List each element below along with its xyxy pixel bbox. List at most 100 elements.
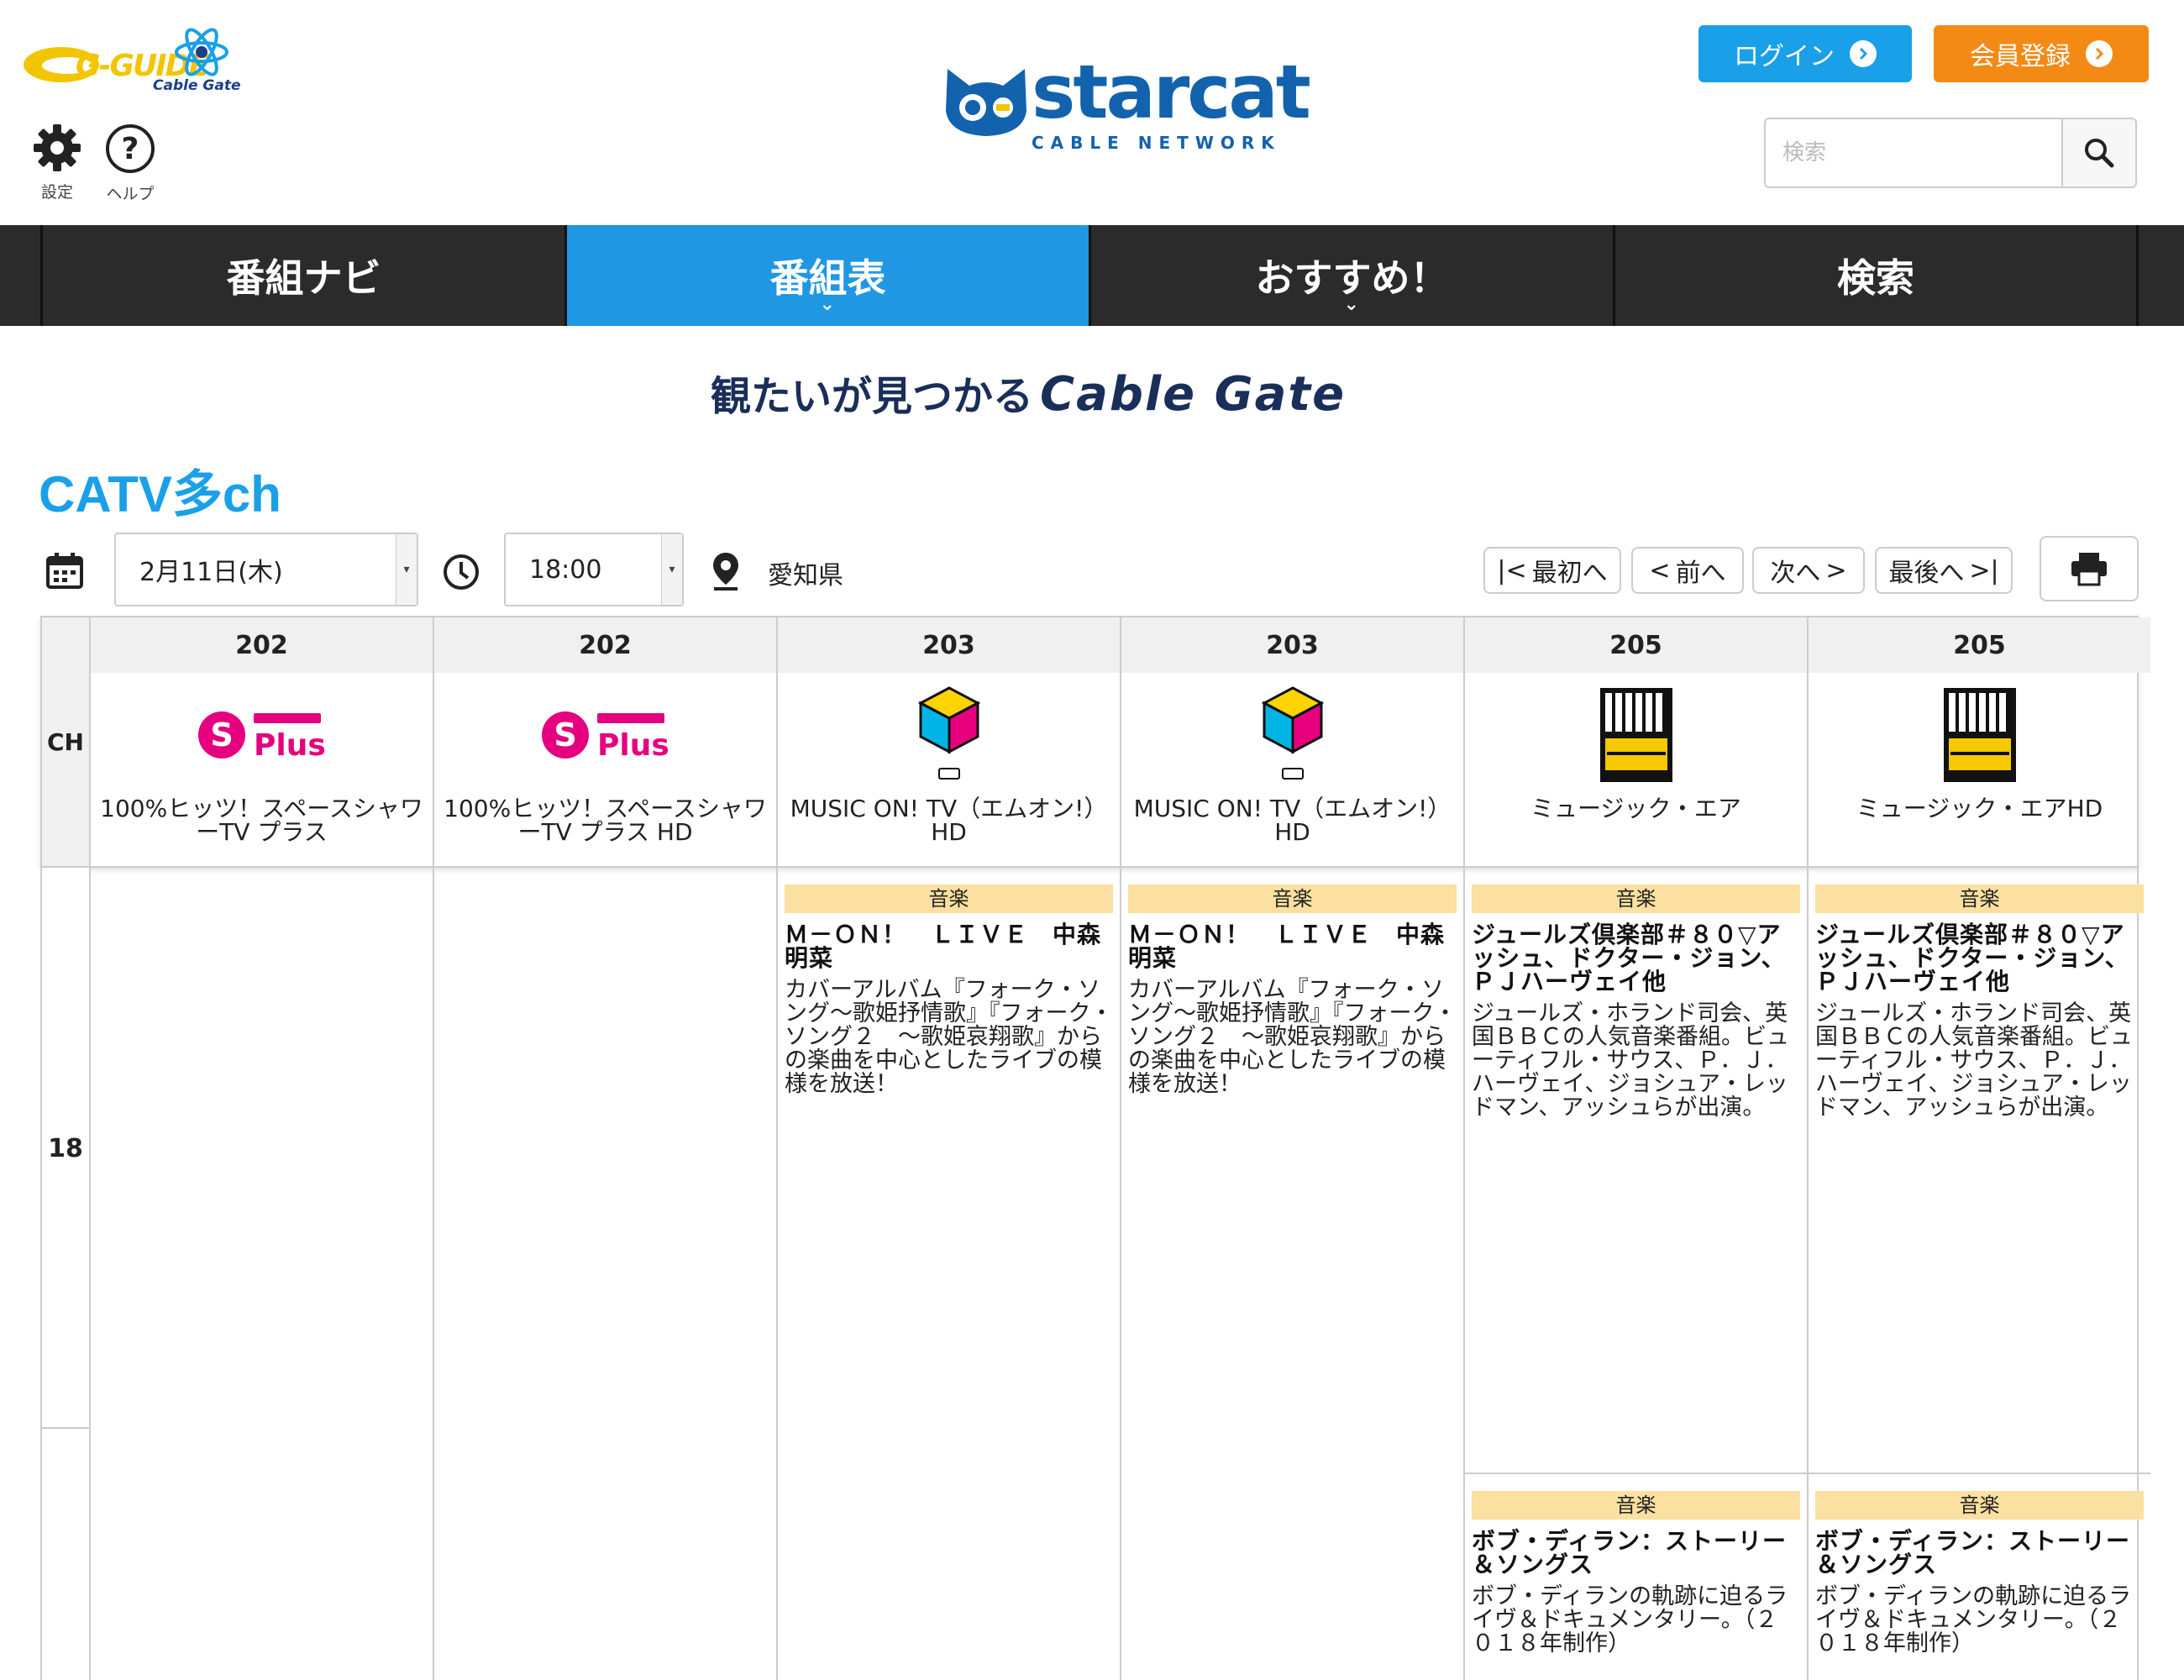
- help-label: ヘルプ: [106, 185, 155, 203]
- genre-badge: 音楽: [1472, 1491, 1800, 1520]
- help-button[interactable]: ? ヘルプ: [102, 123, 158, 204]
- last-icon: >|: [1969, 555, 1999, 585]
- channel-header-cell[interactable]: 203 MUSIC ON! TV（エムオン!）HD: [776, 617, 1120, 866]
- channel-header-cell[interactable]: 205 ミュージック・エアHD: [1807, 617, 2150, 866]
- program-title: ジュールズ倶楽部＃８０▽アッシュ、ドクター・ジョン、ＰＪハーヴェイ他: [1472, 921, 1786, 995]
- channel-name: MUSIC ON! TV（エムオン!）HD: [1133, 795, 1452, 846]
- nav-label: 検索: [1837, 255, 1914, 301]
- starcat-logo-text[interactable]: starcat: [1032, 55, 1311, 129]
- main-nav: 番組ナビ 番組表 ⌄ おすすめ！ ⌄ 検索: [0, 225, 2184, 326]
- search-input[interactable]: [1764, 118, 2061, 188]
- date-select[interactable]: 2月11日(木) ▾: [114, 533, 418, 606]
- nav-item-program-guide[interactable]: 番組表 ⌄: [564, 225, 1089, 326]
- genre-badge: 音楽: [1815, 885, 2144, 913]
- register-button[interactable]: 会員登録: [1934, 25, 2149, 82]
- svg-text:Plus: Plus: [597, 728, 669, 763]
- channel-name: ミュージック・エア: [1530, 795, 1741, 822]
- slot-divider: [1465, 1473, 1807, 1474]
- starcat-cat-logo[interactable]: [939, 60, 1033, 138]
- channel-name: 100%ヒッツ！スペースシャワーTV プラス: [100, 795, 423, 846]
- genre-badge: 音楽: [1815, 1491, 2144, 1520]
- svg-text:Plus: Plus: [254, 728, 326, 763]
- svg-text:?: ?: [122, 132, 139, 166]
- svg-text:S: S: [210, 717, 233, 753]
- printer-icon: [2071, 553, 2107, 586]
- clock-icon: [444, 554, 479, 590]
- tagline-text: 観たいが見つかる: [711, 373, 1034, 420]
- program-description: ボブ・ディランの軌跡に迫るライヴ＆ドキュメンタリー。（２０１８年制作）: [1472, 1583, 1788, 1656]
- program-cell[interactable]: 音楽 Ｍ－ＯＮ！ ＬＩＶＥ 中森明菜 カバーアルバム『フォーク・ソング～歌姫抒情…: [785, 885, 1113, 1096]
- nav-item-search[interactable]: 検索: [1613, 225, 2139, 326]
- channel-name: ミュージック・エアHD: [1856, 795, 2103, 822]
- channel-name: 100%ヒッツ！スペースシャワーTV プラス HD: [444, 795, 767, 846]
- program-title: ボブ・ディラン：ストーリー＆ソングス: [1472, 1527, 1788, 1578]
- channel-number: 202: [434, 617, 776, 673]
- channel-number: 205: [1809, 617, 2150, 673]
- channel-header-cell[interactable]: 202 S Plus 100%ヒッツ！スペースシャワーTV プラス: [89, 617, 433, 866]
- program-cell[interactable]: 音楽 ジュールズ倶楽部＃８０▽アッシュ、ドクター・ジョン、ＰＪハーヴェイ他 ジュ…: [1472, 885, 1800, 1120]
- caret-down-icon: ▾: [396, 534, 417, 605]
- first-icon: |<: [1497, 555, 1527, 585]
- hour-divider: [42, 1427, 89, 1429]
- search-icon: [2085, 139, 2114, 168]
- settings-label: 設定: [40, 183, 73, 202]
- nav-item-program-navi[interactable]: 番組ナビ: [40, 225, 564, 326]
- tagline-brand: Cable Gate: [1040, 367, 1347, 422]
- channel-column: 音楽 ジュールズ倶楽部＃８０▽アッシュ、ドクター・ジョン、ＰＪハーヴェイ他 ジュ…: [1463, 868, 1807, 1680]
- settings-button[interactable]: 設定: [32, 123, 82, 202]
- program-grid: 18 音楽 Ｍ－ＯＮ！ ＬＩＶＥ 中森明菜 カバーアルバム『フォーク・ソング～歌…: [40, 868, 2150, 1680]
- program-title: ジュールズ倶楽部＃８０▽アッシュ、ドクター・ジョン、ＰＪハーヴェイ他: [1815, 921, 2129, 995]
- channel-header-cell[interactable]: 202 S Plus 100%ヒッツ！スペースシャワーTV プラス HD: [433, 617, 776, 866]
- prev-label: 前へ: [1675, 559, 1726, 588]
- channel-header-cell[interactable]: 205 ミュージック・エア: [1463, 617, 1807, 866]
- channel-column[interactable]: [89, 868, 433, 1680]
- program-description: ジュールズ・ホランド司会、英国ＢＢＣの人気音楽番組。ビューティフル・サウス、Ｐ．…: [1815, 1000, 2143, 1121]
- music-on-tv-logo: [778, 673, 1120, 797]
- channel-column: 音楽 ジュールズ倶楽部＃８０▽アッシュ、ドクター・ジョン、ＰＪハーヴェイ他 ジュ…: [1807, 868, 2150, 1680]
- channel-header-cell[interactable]: 203 MUSIC ON! TV（エムオン!）HD: [1120, 617, 1463, 866]
- page-title: CATV多ch: [39, 466, 281, 522]
- chevron-left-icon: <: [1649, 555, 1671, 585]
- program-cell[interactable]: 音楽 ボブ・ディラン：ストーリー＆ソングス ボブ・ディランの軌跡に迫るライヴ＆ド…: [1815, 1491, 2144, 1656]
- program-cell[interactable]: 音楽 Ｍ－ＯＮ！ ＬＩＶＥ 中森明菜 カバーアルバム『フォーク・ソング～歌姫抒情…: [1128, 885, 1457, 1096]
- program-title: Ｍ－ＯＮ！ ＬＩＶＥ 中森明菜: [1128, 921, 1446, 972]
- next-label: 次へ: [1770, 559, 1821, 588]
- last-page-button[interactable]: 最後へ >|: [1875, 547, 2013, 594]
- space-shower-plus-logo: S Plus: [91, 673, 433, 797]
- channel-number: 203: [778, 617, 1120, 673]
- location-pin-icon: [713, 553, 738, 591]
- chevron-right-icon: [2086, 40, 2113, 67]
- print-button[interactable]: [2040, 536, 2139, 601]
- channel-column: 音楽 Ｍ－ＯＮ！ ＬＩＶＥ 中森明菜 カバーアルバム『フォーク・ソング～歌姫抒情…: [1120, 868, 1463, 1680]
- program-description: ボブ・ディランの軌跡に迫るライヴ＆ドキュメンタリー。（２０１８年制作）: [1815, 1583, 2132, 1656]
- prev-page-button[interactable]: < 前へ: [1631, 547, 1744, 594]
- program-cell[interactable]: 音楽 ボブ・ディラン：ストーリー＆ソングス ボブ・ディランの軌跡に迫るライヴ＆ド…: [1472, 1491, 1800, 1656]
- ch-header-label: CH: [42, 617, 91, 866]
- chevron-down-icon: ⌄: [1343, 294, 1359, 315]
- first-page-button[interactable]: |< 最初へ: [1483, 547, 1621, 594]
- time-select[interactable]: 18:00 ▾: [504, 533, 684, 606]
- program-title: Ｍ－ＯＮ！ ＬＩＶＥ 中森明菜: [785, 921, 1102, 972]
- login-button[interactable]: ログイン: [1698, 25, 1912, 82]
- region-label[interactable]: 愛知県: [768, 554, 843, 591]
- next-page-button[interactable]: 次へ >: [1752, 547, 1865, 594]
- program-title: ボブ・ディラン：ストーリー＆ソングス: [1815, 1527, 2131, 1578]
- cablegate-logo[interactable]: Cable Gate: [153, 77, 240, 94]
- genre-badge: 音楽: [1128, 885, 1457, 913]
- program-description: カバーアルバム『フォーク・ソング～歌姫抒情歌』『フォーク・ソング２ ～歌姫哀翔歌…: [1128, 977, 1457, 1097]
- channel-number: 203: [1121, 617, 1463, 673]
- svg-text:S: S: [554, 717, 576, 753]
- program-cell[interactable]: 音楽 ジュールズ倶楽部＃８０▽アッシュ、ドクター・ジョン、ＰＪハーヴェイ他 ジュ…: [1815, 885, 2144, 1120]
- channel-column[interactable]: [433, 868, 776, 1680]
- channel-number: 202: [91, 617, 433, 673]
- nav-item-recommend[interactable]: おすすめ！ ⌄: [1089, 225, 1613, 326]
- search-button[interactable]: [2061, 118, 2137, 188]
- caret-down-icon: ▾: [661, 534, 682, 605]
- gear-icon: [34, 124, 81, 171]
- last-label: 最後へ: [1888, 559, 1965, 588]
- slot-divider: [1809, 1473, 2150, 1474]
- chevron-right-icon: [1850, 40, 1877, 67]
- calendar-icon: [46, 553, 83, 589]
- nav-label: 番組ナビ: [226, 255, 381, 301]
- login-label: ログイン: [1734, 42, 1835, 71]
